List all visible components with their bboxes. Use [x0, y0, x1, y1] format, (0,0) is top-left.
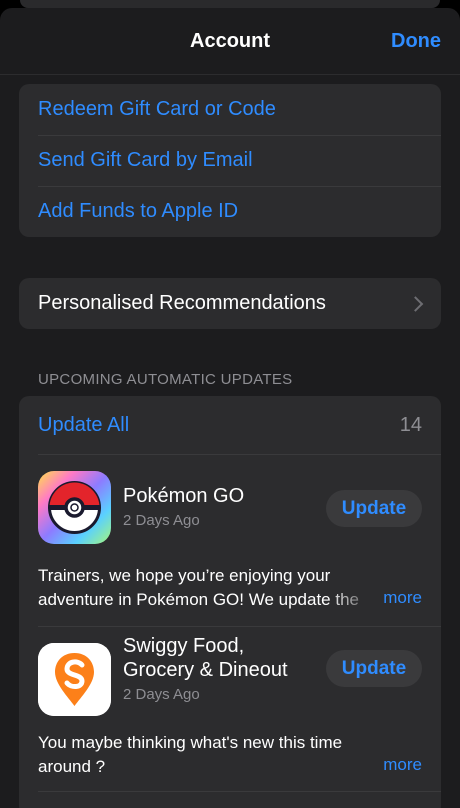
personalised-recommendations-row[interactable]: Personalised Recommendations [19, 278, 441, 329]
update-count-badge: 14 [399, 414, 422, 436]
app-description: You maybe thinking what's new this time … [38, 731, 378, 779]
app-name-pokemon-go: Pokémon GO [123, 485, 245, 507]
personalised-group: Personalised Recommendations [19, 278, 441, 329]
add-funds-row[interactable]: Add Funds to Apple ID [19, 186, 441, 237]
update-button-pokemon-go[interactable]: Update [326, 490, 422, 527]
chevron-right-icon [407, 295, 424, 312]
personalised-recommendations-label: Personalised Recommendations [38, 292, 326, 314]
update-all-row: Update All 14 [19, 396, 441, 454]
more-link[interactable]: more [383, 588, 422, 608]
app-update-item-pokemon-go: Pokémon GO 2 Days Ago Update Trainers, w… [19, 454, 441, 626]
app-description-line: Trainers, we hope you’re enjoying your [38, 566, 331, 585]
app-date: 2 Days Ago [123, 686, 200, 703]
app-name-swiggy: Swiggy Food, Grocery & Dineout [123, 634, 288, 682]
more-link[interactable]: more [383, 755, 422, 775]
redeem-gift-card-row[interactable]: Redeem Gift Card or Code [19, 84, 441, 135]
updates-group: Update All 14 Pokémon GO 2 Days Ago Upda… [19, 396, 441, 808]
send-gift-card-row[interactable]: Send Gift Card by Email [19, 135, 441, 186]
app-name-line: Grocery & Dineout [123, 659, 288, 681]
app-description-line: You maybe thinking what's new this time [38, 733, 343, 752]
app-description-line: adventure in Pokémon GO! We update the [38, 590, 359, 609]
update-all-button[interactable]: Update All [38, 414, 129, 437]
nav-bar: Account Done [0, 8, 460, 75]
account-sheet: Account Done Redeem Gift Card or Code Se… [0, 8, 460, 808]
pokeball-icon[interactable] [38, 471, 111, 544]
update-button-swiggy[interactable]: Update [326, 650, 422, 687]
app-description: Trainers, we hope you’re enjoying your a… [38, 564, 378, 612]
swiggy-logo-icon[interactable] [38, 643, 111, 716]
underlying-sheet-edge [20, 0, 440, 8]
app-description-line: around ? [38, 757, 106, 776]
app-date: 2 Days Ago [123, 512, 200, 529]
divider [38, 791, 441, 792]
done-button[interactable]: Done [391, 30, 441, 53]
app-name-line: Swiggy Food, [123, 635, 245, 657]
section-header-upcoming-updates: UPCOMING AUTOMATIC UPDATES [38, 371, 293, 388]
app-update-item-swiggy: Swiggy Food, Grocery & Dineout 2 Days Ag… [19, 626, 441, 808]
gift-card-group: Redeem Gift Card or Code Send Gift Card … [19, 84, 441, 237]
